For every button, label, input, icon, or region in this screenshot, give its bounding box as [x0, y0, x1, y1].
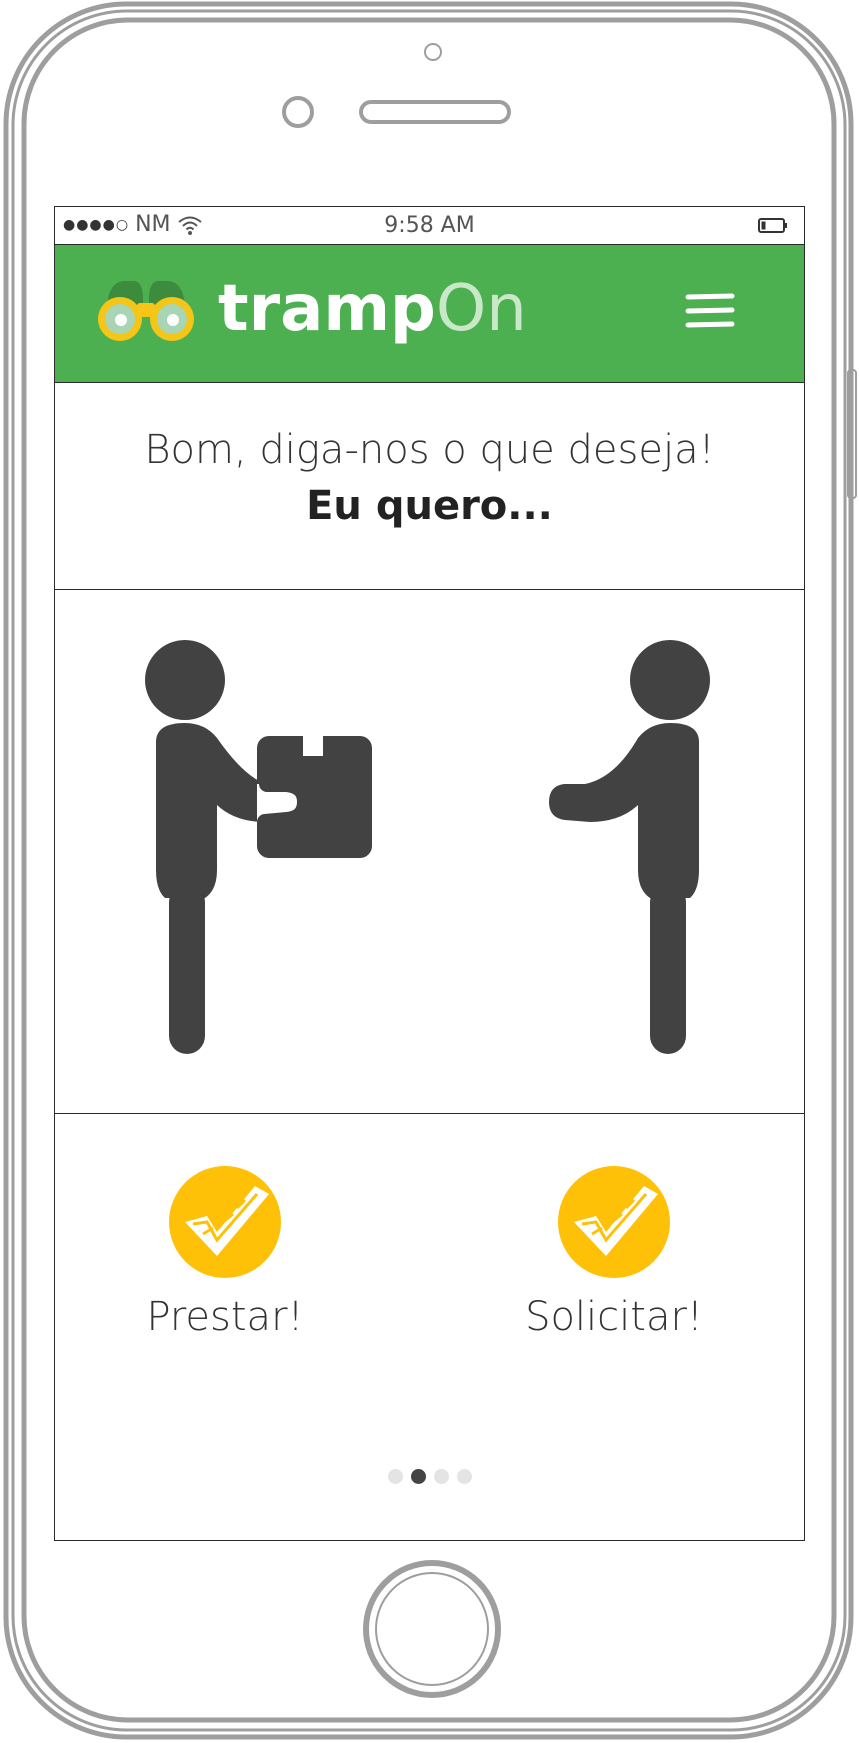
app-screen: ●●●●○ NM 9:58 AM trampOn Bom, diga-nos o… [54, 206, 805, 1541]
page-dot-4[interactable] [456, 1469, 472, 1484]
front-sensor-icon [282, 96, 314, 128]
option-prestar-button[interactable]: Prestar! [95, 1164, 355, 1340]
binoculars-logo-icon [98, 281, 194, 341]
page-indicator [55, 1469, 804, 1484]
app-navbar: trampOn [55, 245, 804, 383]
camera-icon [424, 43, 442, 61]
speaker-icon [359, 100, 511, 124]
option-prestar-label: Prestar! [146, 1294, 304, 1340]
handover-illustration [55, 590, 804, 1114]
brand-name-primary: tramp [218, 272, 436, 346]
page-dot-1[interactable] [387, 1469, 403, 1484]
prompt-subtitle: Eu quero... [306, 483, 553, 529]
home-button[interactable] [361, 1558, 503, 1700]
status-bar: ●●●●○ NM 9:58 AM [55, 207, 804, 245]
battery-icon [758, 218, 787, 233]
page-dot-2[interactable] [410, 1469, 426, 1484]
prompt-section: Bom, diga-nos o que deseja! Eu quero... [55, 383, 804, 590]
status-time: 9:58 AM [384, 213, 475, 238]
brand-name: trampOn [218, 269, 527, 349]
people-handing-package-icon [145, 640, 710, 1054]
options-section: Prestar! Solicitar! [55, 1114, 804, 1540]
brand-name-secondary: On [435, 272, 527, 346]
hamburger-menu-icon[interactable] [684, 291, 736, 331]
checkmark-icon [558, 1166, 670, 1278]
option-solicitar-button[interactable]: Solicitar! [484, 1164, 744, 1340]
option-solicitar-label: Solicitar! [525, 1294, 703, 1340]
prompt-title: Bom, diga-nos o que deseja! [144, 427, 715, 473]
checkmark-icon [169, 1166, 281, 1278]
page-dot-3[interactable] [433, 1469, 449, 1484]
